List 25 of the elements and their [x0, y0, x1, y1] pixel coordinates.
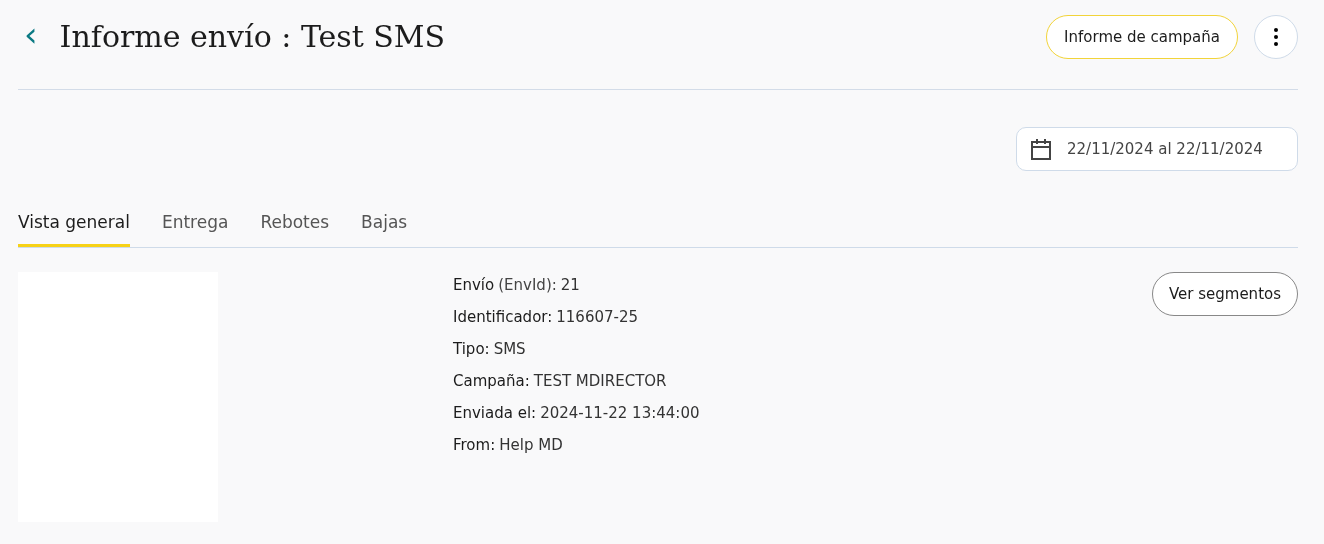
detail-value: 116607-25	[556, 308, 639, 326]
date-range-field[interactable]: 22/11/2024 al 22/11/2024	[1016, 127, 1298, 171]
detail-value: Help MD	[499, 436, 563, 454]
detail-label: Campaña:	[453, 372, 530, 390]
detail-label: Envío	[453, 276, 495, 294]
page-title: Informe envío : Test SMS	[59, 19, 446, 54]
detail-note: (EnvId):	[498, 276, 557, 294]
more-button[interactable]	[1254, 14, 1298, 59]
detail-label: Enviada el:	[453, 404, 537, 422]
segments-button[interactable]: Ver segmentos	[1151, 272, 1298, 316]
back-link[interactable]: ‹	[18, 16, 46, 57]
campaign-report-button[interactable]: Informe de campaña	[1046, 14, 1238, 59]
tab[interactable]: Vista general	[18, 204, 130, 247]
tab[interactable]: Entrega	[161, 204, 229, 247]
detail-value: 2024-11-22 13:44:00	[540, 404, 700, 422]
detail-label: From:	[453, 436, 496, 454]
detail-value: 21	[560, 276, 580, 294]
tab[interactable]: Bajas	[361, 204, 408, 247]
more-icon	[1274, 27, 1278, 46]
tab[interactable]: Rebotes	[260, 204, 330, 247]
calendar-icon	[1031, 138, 1051, 160]
detail-value: SMS	[493, 340, 526, 358]
detail-label: Tipo:	[453, 340, 490, 358]
detail-value: TEST MDIRECTOR	[533, 372, 667, 390]
detail-label: Identificador:	[453, 308, 553, 326]
